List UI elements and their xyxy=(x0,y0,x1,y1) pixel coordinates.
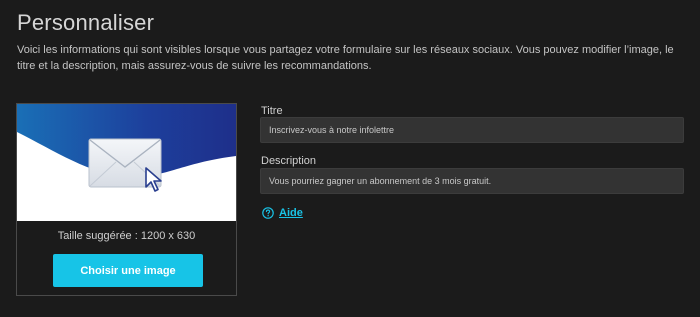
envelope-banner-graphic xyxy=(17,104,236,221)
intro-text: Voici les informations qui sont visibles… xyxy=(17,44,674,72)
share-preview-image xyxy=(17,104,236,221)
share-preview-card: Taille suggérée : 1200 x 630 Choisir une… xyxy=(16,103,237,296)
suggested-size-text: Taille suggérée : 1200 x 630 xyxy=(57,230,196,242)
customize-panel: Personnaliser Voici les informations qui… xyxy=(0,0,700,317)
title-input[interactable] xyxy=(260,117,684,143)
choose-image-button[interactable]: Choisir une image xyxy=(53,254,203,287)
help-link[interactable]: Aide xyxy=(262,207,303,219)
page-title: Personnaliser xyxy=(17,10,155,35)
description-label: Description xyxy=(261,155,317,167)
help-link-label: Aide xyxy=(279,207,303,219)
question-circle-icon xyxy=(262,207,274,219)
description-input[interactable] xyxy=(260,168,684,194)
title-label: Titre xyxy=(261,105,283,117)
